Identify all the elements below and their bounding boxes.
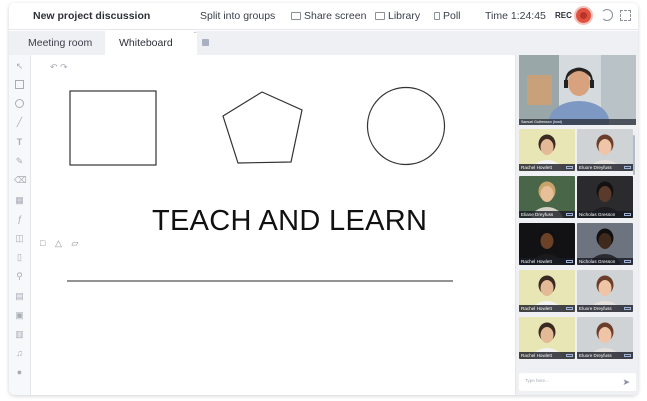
formula-icon[interactable]: ƒ [14,214,25,225]
participant-name: Rachel Howlett [521,165,552,170]
layers-icon[interactable]: ▤ [14,291,25,302]
mic-icon[interactable] [624,260,631,263]
participant-tile[interactable]: Nicholas Gresson [577,223,633,265]
chat-input[interactable]: Type here... [525,378,549,383]
share-screen-label: Share screen [304,10,367,22]
poll-button[interactable]: Poll [434,10,461,22]
settings-icon[interactable]: ● [14,367,25,378]
zoom-icon[interactable]: ⚲ [14,271,25,282]
presenter-image [519,55,636,125]
mic-icon[interactable] [566,213,573,216]
select-icon[interactable]: ↖ [14,61,25,72]
music-icon[interactable]: ♫ [14,348,25,359]
participants-panel: Samuel Guthenson (host) Rachel Howlett El… [515,55,638,395]
mic-icon[interactable] [624,307,631,310]
participant-tile[interactable]: Eluore Dreyfuss [577,317,633,359]
participant-name: Eluore Dreyfuss [579,353,612,358]
triangle-shape-icon[interactable]: △ [55,238,62,249]
rect-shape-icon[interactable]: □ [40,238,45,248]
exit-icon[interactable] [601,9,613,21]
drawn-square[interactable] [69,90,157,166]
poll-icon [434,12,440,20]
rec-label: REC [555,11,572,20]
participants-scrollbar[interactable] [633,135,635,175]
mic-icon[interactable] [566,260,573,263]
participant-tile[interactable]: Rachel Howlett [519,223,575,265]
drawn-pentagon[interactable] [222,91,303,164]
participant-name: Rachel Howlett [521,306,552,311]
split-groups-button[interactable]: Split into groups [200,10,275,22]
participant-tile[interactable]: Eliane Dreyfuss [519,176,575,218]
participant-name: Eluore Dreyfuss [579,306,612,311]
meeting-timer: Time 1:24:45 [485,10,546,22]
text-icon[interactable]: T [14,137,25,148]
tab-bar: Meeting room Whiteboard ˆ [9,31,638,55]
participant-tile[interactable]: Nicholas Gresson [577,176,633,218]
top-bar: New project discussion Split into groups… [9,3,638,30]
whiteboard-canvas[interactable]: ↶ ↷ □ △ ▱ TEACH AND LEARN [32,55,515,395]
participant-name: Nicholas Gresson [579,212,616,217]
app-window: New project discussion Split into groups… [9,3,638,395]
send-icon[interactable]: ➤ [622,377,630,388]
mic-icon[interactable] [624,166,631,169]
box-shape-icon[interactable]: ▱ [71,238,78,249]
whiteboard-text[interactable]: TEACH AND LEARN [152,205,427,238]
mic-icon[interactable] [566,307,573,310]
circle-icon[interactable] [15,99,24,108]
share-screen-button[interactable]: Share screen [291,10,366,22]
mic-icon[interactable] [566,166,573,169]
participant-tile[interactable]: Rachel Howlett [519,270,575,312]
tab-meeting-room[interactable]: Meeting room [14,31,106,55]
shapes-icon[interactable]: ◫ [14,233,25,244]
participant-name: Eliane Dreyfuss [521,212,554,217]
presenter-name: Samuel Guthenson (host) [521,120,562,124]
chat-input-box[interactable]: Type here... ➤ [519,373,636,391]
participant-name: Nicholas Gresson [579,259,616,264]
pen-icon[interactable]: ✎ [14,156,25,167]
table-icon[interactable]: ▦ [14,195,25,206]
library-icon [375,12,385,20]
line-icon[interactable]: ╱ [14,117,25,128]
library-icon[interactable]: ▣ [14,310,25,321]
record-icon[interactable] [576,8,591,23]
participant-tile[interactable]: Eluore Dreyfuss [577,270,633,312]
participant-tile[interactable]: Rachel Howlett [519,129,575,171]
whiteboard-toolbar: ↖ ╱ T ✎ ⌫ ▦ ƒ ◫ ▯ ⚲ ▤ ▣ ▥ ♫ ● [9,55,31,395]
shape-subtools: □ △ ▱ [40,238,85,249]
screen-icon [291,12,301,20]
participant-name: Eluore Dreyfuss [579,165,612,170]
mic-icon[interactable] [624,354,631,357]
meeting-title: New project discussion [33,10,151,22]
library-button[interactable]: Library [375,10,420,22]
participant-tile[interactable]: Rachel Howlett [519,317,575,359]
close-tab-icon[interactable]: ˆ [194,31,197,40]
fullscreen-icon[interactable] [620,10,631,21]
poll-label: Poll [443,10,461,22]
library-label: Library [388,10,421,22]
drawn-circle[interactable] [366,86,446,166]
chart-icon[interactable]: ▥ [14,329,25,340]
mic-icon[interactable] [566,354,573,357]
rectangle-icon[interactable] [15,80,24,89]
participant-name: Rachel Howlett [521,353,552,358]
add-tab-icon[interactable] [202,39,209,46]
participant-name: Rachel Howlett [521,259,552,264]
eraser-icon[interactable]: ⌫ [14,175,27,186]
presenter-video[interactable]: Samuel Guthenson (host) [519,55,636,125]
participant-tile[interactable]: Eluore Dreyfuss [577,129,633,171]
participant-grid: Rachel Howlett Eluore Dreyfuss Eliane Drey… [516,129,638,369]
clipboard-icon[interactable]: ▯ [14,252,25,263]
tab-whiteboard[interactable]: Whiteboard [105,31,197,55]
mic-icon[interactable] [624,213,631,216]
